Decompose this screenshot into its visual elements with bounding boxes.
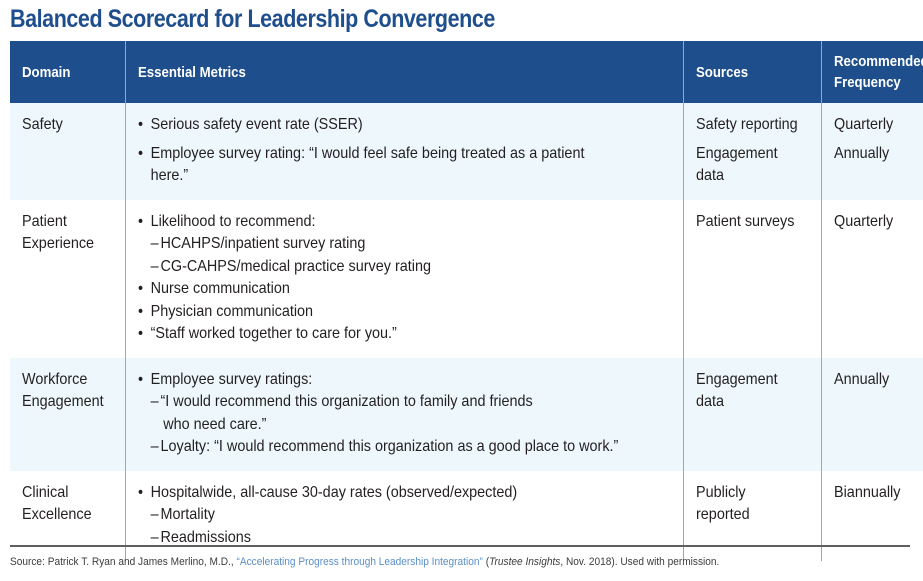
sources-cell: Publicly reported — [683, 470, 822, 561]
domain-cell: Patient Experience — [10, 199, 126, 358]
table-row-patient-experience: PatientExperience Likelihood to recommen… — [10, 199, 923, 358]
source-item: Patient surveys — [696, 212, 795, 230]
header-domain: Domain — [10, 41, 126, 103]
header-recommended-frequency: Recommended Frequency — [821, 41, 923, 103]
metric-subitem: – Loyalty: “I would recommend this organi… — [138, 436, 618, 459]
frequency-item: Quarterly — [834, 116, 894, 133]
metric-item: Serious safety event rate (SSER) — [138, 114, 584, 137]
source-item: Engagement data — [696, 370, 779, 411]
article-link[interactable]: “Accelerating Progress through Leadershi… — [236, 556, 482, 568]
table-header-row: Domain Essential Metrics Sources Recomme… — [10, 41, 923, 103]
header-sources: Sources — [683, 41, 822, 103]
metric-subitem: – CG-CAHPS/medical practice survey rating — [138, 256, 430, 279]
frequency-item: Quarterly — [834, 212, 894, 230]
source-item: Safety reporting — [696, 116, 799, 133]
metric-subitem: – HCAHPS/inpatient survey rating — [138, 233, 431, 256]
header-frequency-text: Recommended Frequency — [834, 53, 923, 91]
frequency-cell: Quarterly — [821, 199, 923, 358]
scorecard-table: Domain Essential Metrics Sources Recomme… — [10, 41, 923, 561]
domain-cell: Safety — [10, 103, 126, 200]
metrics-cell: Employee survey ratings: –“I would recom… — [124, 357, 684, 471]
page-title: Balanced Scorecard for Leadership Conver… — [10, 5, 495, 33]
metric-item: Hospitalwide, all-cause 30-day rates (ob… — [138, 482, 517, 505]
dash-icon: – — [150, 438, 159, 455]
metrics-cell: Hospitalwide, all-cause 30-day rates (ob… — [124, 470, 684, 561]
metric-item: Likelihood to recommend: — [138, 211, 431, 234]
domain-cell: Workforce Engagement — [10, 357, 126, 471]
sources-cell: Safety reporting Engagement data — [683, 103, 822, 200]
frequency-cell: Biannually — [821, 470, 923, 561]
dash-icon: – — [150, 235, 159, 252]
frequency-cell: Quarterly Annually — [821, 103, 923, 200]
sources-cell: Patient surveys — [683, 199, 822, 358]
source-item: Engagement data — [696, 144, 779, 185]
metrics-cell: Serious safety event rate (SSER) Employe… — [124, 103, 684, 200]
metric-item: Nurse communication — [138, 278, 431, 301]
frequency-item: Annually — [834, 370, 890, 388]
metric-item: Employee survey ratings: — [138, 369, 618, 392]
dash-icon: – — [150, 393, 159, 410]
metric-subitem: – Mortality — [138, 504, 517, 527]
table-row-safety: Safety Serious safety event rate (SSER) … — [10, 103, 923, 200]
source-footnote: Source: Patrick T. Ryan and James Merlin… — [10, 556, 720, 568]
metric-item: Employee survey rating: “I would feel sa… — [138, 143, 584, 188]
domain-cell: Clinical Excellence — [10, 470, 126, 561]
table-row-clinical-excellence: ClinicalExcellence Hospitalwide, all-cau… — [10, 470, 923, 561]
publication-name: Trustee Insights — [489, 556, 561, 568]
dash-icon: – — [150, 506, 159, 523]
source-item: Publicly reported — [696, 483, 751, 524]
frequency-item: Annually — [834, 144, 890, 162]
metric-item: “Staff worked together to care for you.” — [138, 323, 431, 346]
header-essential-metrics: Essential Metrics — [124, 41, 684, 103]
metric-subitem: – “I would recommend this organization to… — [150, 393, 533, 433]
table-row-workforce-engagement: WorkforceEngagement Employee survey rati… — [10, 357, 923, 471]
metric-item: Physician communication — [138, 301, 431, 324]
frequency-item: Biannually — [834, 483, 901, 501]
table-bottom-rule — [10, 545, 910, 547]
sources-cell: Engagement data — [683, 357, 822, 471]
metrics-cell: Likelihood to recommend: –HCAHPS/inpatie… — [124, 199, 684, 358]
dash-icon: – — [150, 257, 159, 275]
frequency-cell: Annually — [821, 357, 923, 471]
